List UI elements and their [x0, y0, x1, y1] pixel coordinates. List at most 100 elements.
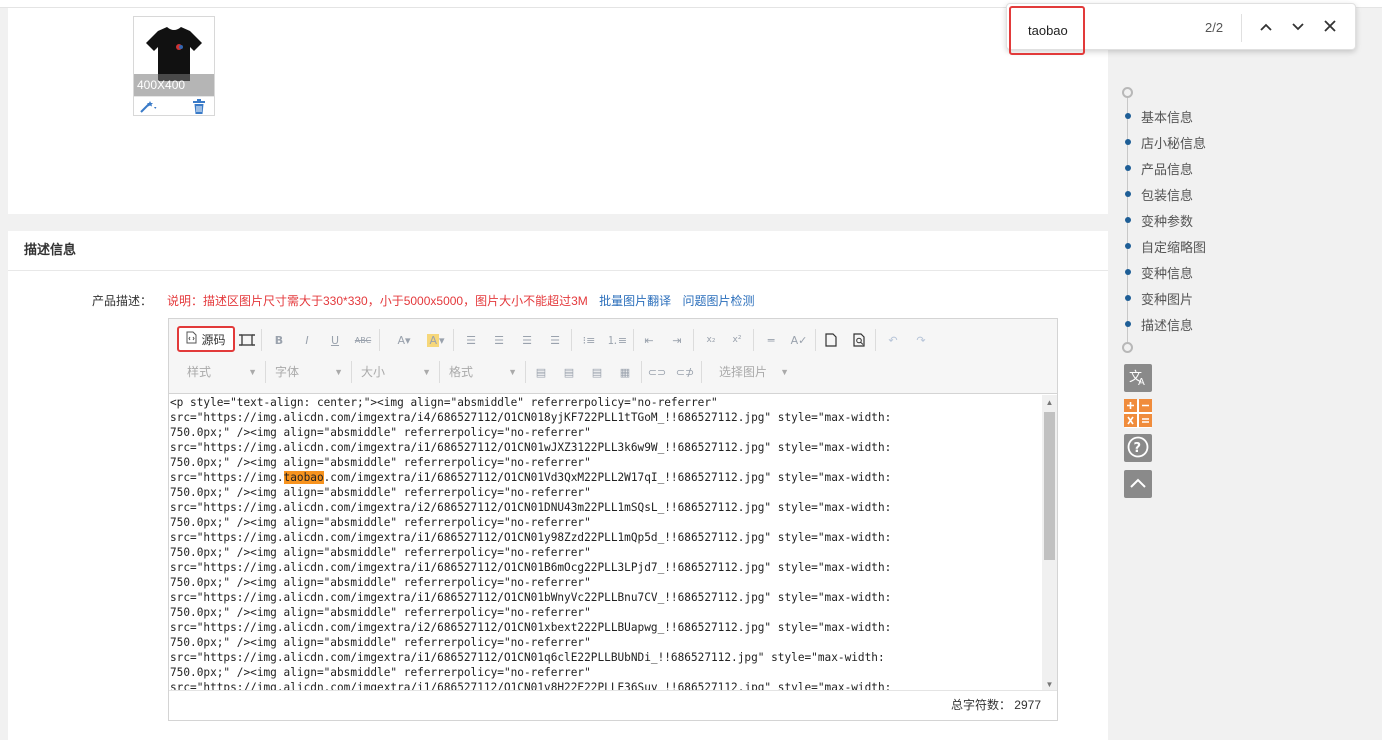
scrollbar-thumb[interactable] — [1044, 412, 1055, 560]
code-line: src="https://img.alicdn.com/imgextra/i1/… — [170, 441, 892, 454]
font-family-select[interactable]: 字体 ▼ — [275, 362, 343, 382]
image-panel: 400X400 — [8, 8, 1108, 214]
code-line: src="https://img.alicdn.com/imgextra/i2/… — [170, 501, 892, 514]
align-justify-icon[interactable]: ☰ — [545, 330, 565, 350]
strikethrough-icon[interactable]: ABC — [353, 330, 373, 350]
nav-item-variant-info[interactable]: 变种信息 — [1125, 264, 1194, 281]
back-to-top-button[interactable] — [1124, 470, 1152, 498]
font-color-icon[interactable]: A▾ — [391, 330, 417, 350]
chevron-down-icon: ▼ — [334, 367, 343, 377]
format-select[interactable]: 格式 ▼ — [449, 362, 517, 382]
subscript-icon[interactable]: x₂ — [701, 330, 721, 350]
toolbar-separator — [261, 329, 262, 351]
paste-text-icon[interactable]: ▤ — [559, 362, 579, 382]
table-icon[interactable]: ▦ — [615, 362, 635, 382]
problem-image-check-link[interactable]: 问题图片检测 — [682, 294, 754, 308]
code-line: 750.0px;" /><img align="absmiddle" refer… — [170, 666, 591, 679]
outdent-icon[interactable]: ⇤ — [639, 330, 659, 350]
numbered-list-icon[interactable]: ⒈≡ — [607, 330, 627, 350]
nav-item-label: 店小秘信息 — [1141, 135, 1207, 151]
search-match-highlight: taobao — [283, 471, 324, 484]
indent-icon[interactable]: ⇥ — [667, 330, 687, 350]
nav-item-dxm-info[interactable]: 店小秘信息 — [1125, 134, 1207, 151]
find-close-button[interactable] — [1319, 16, 1341, 38]
scroll-up-icon[interactable]: ▲ — [1042, 395, 1057, 410]
align-center-icon[interactable]: ☰ — [489, 330, 509, 350]
batch-translate-link[interactable]: 批量图片翻译 — [599, 294, 671, 308]
source-code-icon — [186, 331, 197, 347]
toolbar-separator — [753, 329, 754, 351]
code-line: 750.0px;" /><img align="absmiddle" refer… — [170, 636, 591, 649]
product-thumbnail[interactable]: 400X400 — [133, 16, 215, 116]
link-icon[interactable]: ⊂⊃ — [647, 362, 667, 382]
nav-item-description[interactable]: 描述信息 — [1125, 316, 1193, 333]
underline-icon[interactable]: U — [325, 330, 345, 350]
paste-icon[interactable]: ▤ — [531, 362, 551, 382]
fullscreen-icon[interactable] — [237, 330, 257, 350]
code-line: 750.0px;" /><img align="absmiddle" refer… — [170, 456, 591, 469]
nav-dot — [1125, 165, 1131, 171]
translate-button[interactable]: 文A — [1124, 364, 1152, 392]
redo-icon[interactable]: ↷ — [911, 330, 931, 350]
toolbar-separator — [453, 329, 454, 351]
calculator-button[interactable] — [1124, 398, 1152, 428]
nav-item-custom-thumbnail[interactable]: 自定缩略图 — [1125, 238, 1207, 255]
toolbar-separator — [265, 361, 266, 383]
remove-format-icon[interactable]: A✓ — [789, 330, 809, 350]
nav-item-variant-params[interactable]: 变种参数 — [1125, 212, 1193, 229]
editor-toolbar: 源码 B I U ABC A▾ A ▾ ☰ ☰ ☰ ☰ ⁝≡ ⒈≡ ⇤ ⇥ x₂… — [169, 319, 1057, 394]
chevron-down-icon: ▼ — [422, 367, 431, 377]
toolbar-separator — [525, 361, 526, 383]
toolbar-separator — [693, 329, 694, 351]
nav-item-variant-images[interactable]: 变种图片 — [1125, 290, 1193, 307]
horizontal-rule-icon[interactable]: ═ — [761, 330, 781, 350]
code-line: 750.0px;" /><img align="absmiddle" refer… — [170, 516, 591, 529]
paste-word-icon[interactable]: ▤ — [587, 362, 607, 382]
vertical-scrollbar[interactable]: ▲ ▼ — [1042, 395, 1057, 692]
trash-icon[interactable] — [192, 99, 206, 117]
help-button[interactable]: ? — [1124, 434, 1152, 462]
toolbar-separator — [379, 329, 380, 351]
unlink-icon[interactable]: ⊂⊅ — [675, 362, 695, 382]
bold-icon[interactable]: B — [269, 330, 289, 350]
source-code-area[interactable]: <p style="text-align: center;"><img alig… — [169, 395, 1043, 691]
new-document-icon[interactable] — [821, 330, 841, 350]
italic-icon[interactable]: I — [297, 330, 317, 350]
nav-item-package-info[interactable]: 包装信息 — [1125, 186, 1193, 203]
close-icon — [1324, 19, 1336, 35]
svg-text:A: A — [1138, 377, 1145, 386]
code-line: .com/imgextra/i1/686527112/O1CN01Vd3QxM2… — [323, 471, 892, 484]
bullet-list-icon[interactable]: ⁝≡ — [579, 330, 599, 350]
thumbnail-actions — [134, 96, 214, 116]
toolbar-separator — [439, 361, 440, 383]
nav-dot — [1125, 113, 1131, 119]
toolbar-separator — [701, 361, 702, 383]
format-select-label: 格式 — [449, 365, 474, 379]
nav-dot — [1125, 139, 1131, 145]
nav-item-product-info[interactable]: 产品信息 — [1125, 160, 1193, 177]
align-right-icon[interactable]: ☰ — [517, 330, 537, 350]
source-code-button[interactable]: 源码 — [177, 326, 235, 352]
find-in-page-bar: taobao 2/2 — [1006, 3, 1356, 55]
align-left-icon[interactable]: ☰ — [461, 330, 481, 350]
nav-item-basic-info[interactable]: 基本信息 — [1125, 108, 1194, 125]
superscript-icon[interactable]: x² — [727, 330, 747, 350]
code-line: src="https://img.alicdn.com/imgextra/i1/… — [170, 561, 892, 574]
image-select[interactable]: 选择图片 ▼ — [719, 362, 789, 382]
description-panel: 描述信息 产品描述： 说明：描述区图片尺寸需大于330*330，小于5000x5… — [8, 231, 1108, 740]
style-select[interactable]: 样式 ▼ — [187, 362, 257, 382]
nav-item-label: 基本信息 — [1141, 109, 1194, 125]
code-line: src="https://img.alicdn.com/imgextra/i1/… — [170, 651, 885, 664]
find-next-button[interactable] — [1287, 16, 1309, 38]
find-input[interactable]: taobao — [1009, 6, 1085, 55]
background-color-icon[interactable]: A ▾ — [423, 330, 449, 350]
preview-icon[interactable] — [849, 330, 869, 350]
code-line: src="https://img.alicdn.com/imgextra/i2/… — [170, 621, 892, 634]
font-size-select[interactable]: 大小 ▼ — [361, 362, 431, 382]
nav-item-label: 自定缩略图 — [1141, 239, 1207, 255]
help-icon: ? — [1127, 436, 1149, 461]
magic-wand-icon[interactable] — [140, 99, 160, 116]
undo-icon[interactable]: ↶ — [883, 330, 903, 350]
nav-item-label: 变种信息 — [1141, 265, 1194, 281]
find-previous-button[interactable] — [1255, 16, 1277, 38]
